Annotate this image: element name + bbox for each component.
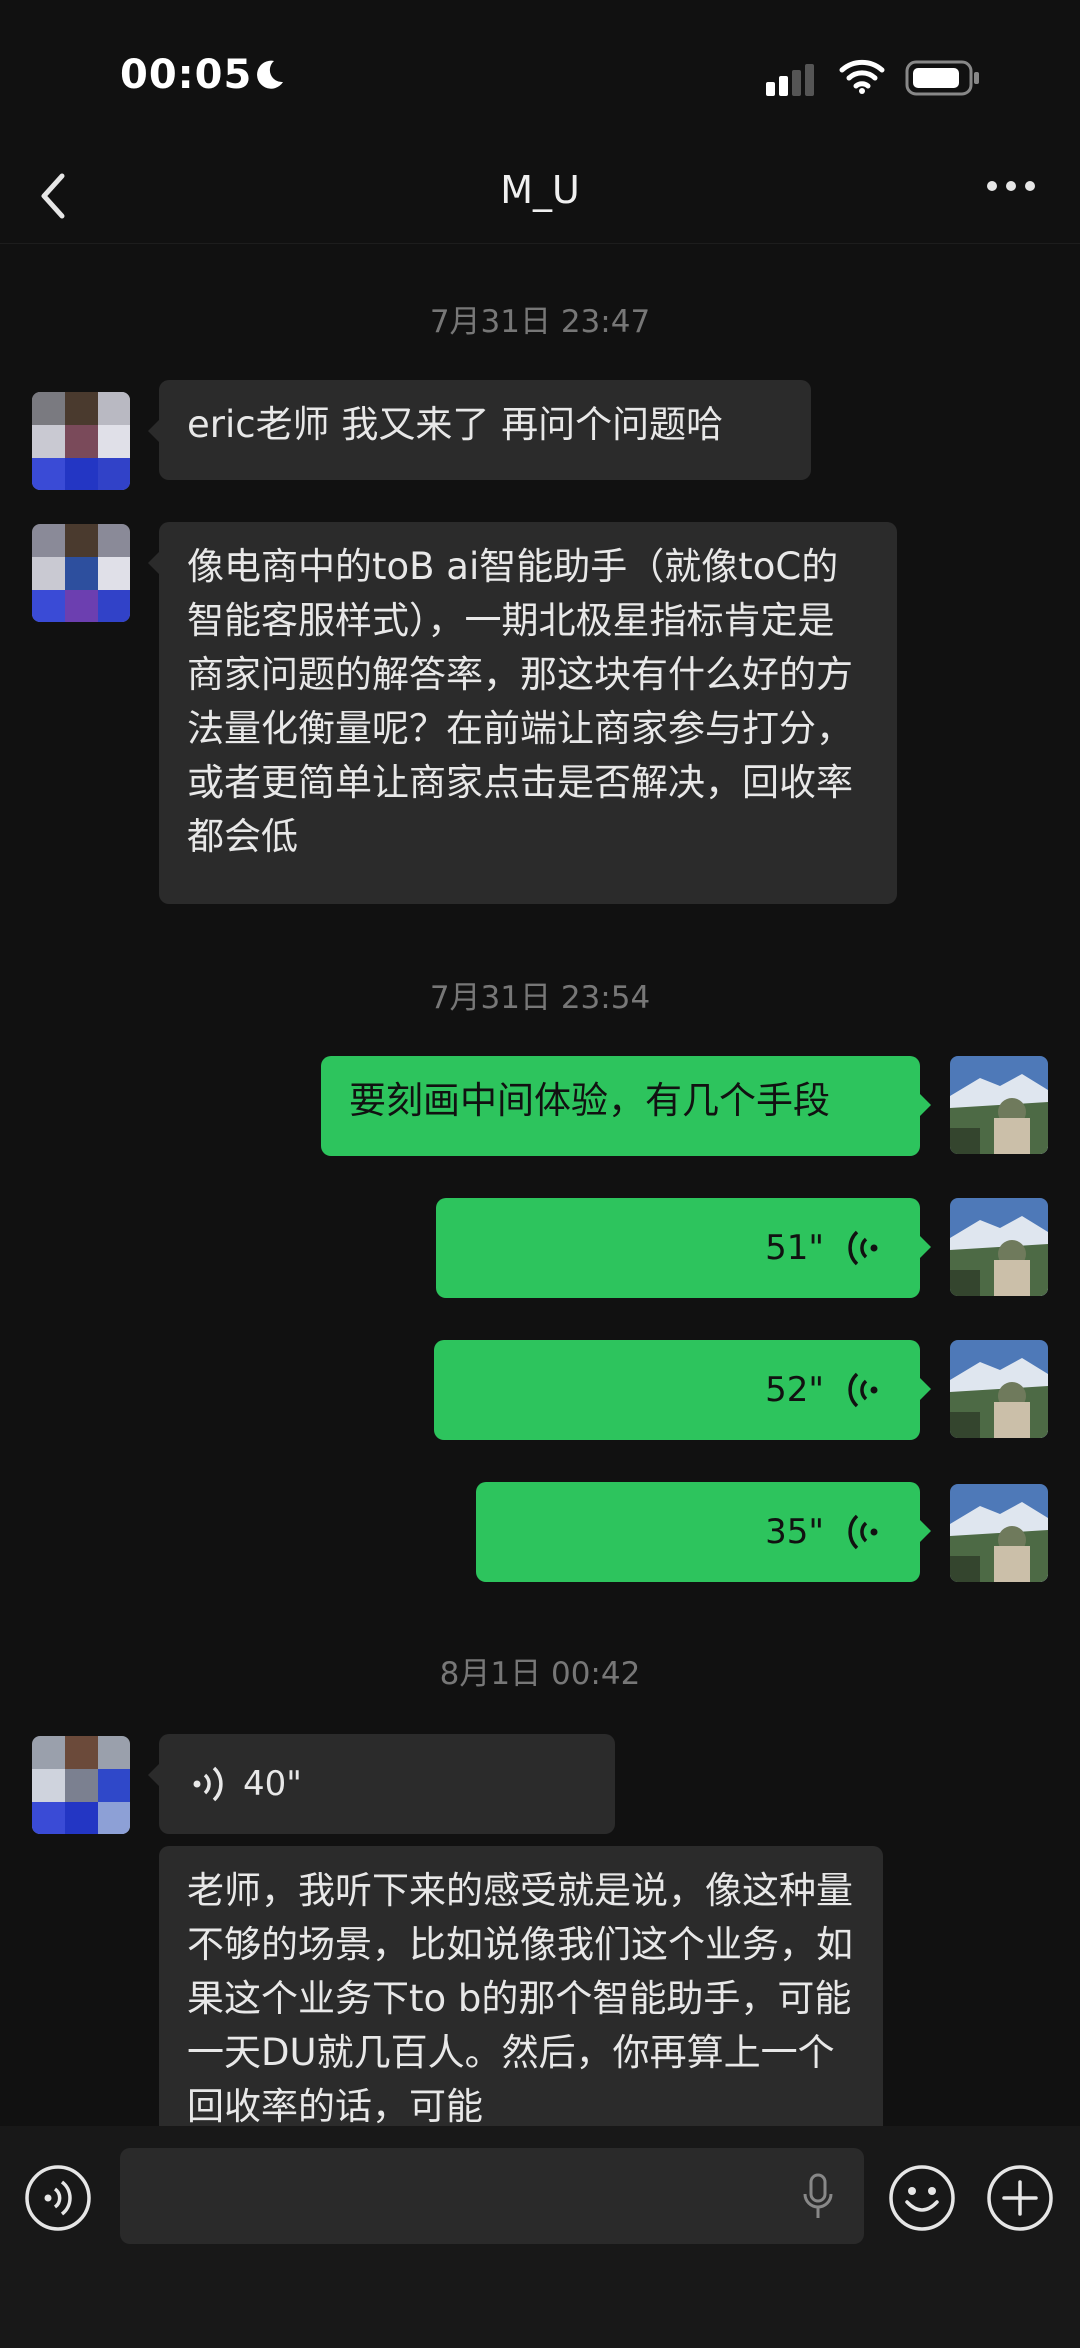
voice-duration: 40" (243, 1764, 302, 1804)
voice-duration: 51" (765, 1228, 824, 1268)
wifi-icon (839, 59, 885, 94)
contact-avatar[interactable] (32, 1736, 130, 1834)
outgoing-voice-message[interactable]: 51" (436, 1198, 920, 1298)
message-input[interactable] (120, 2148, 864, 2244)
microphone-icon[interactable] (800, 2172, 836, 2222)
incoming-message[interactable]: 像电商中的toB ai智能助手（就像toC的智能客服样式），一期北极星指标肯定是… (159, 522, 897, 904)
voice-duration: 52" (765, 1370, 824, 1410)
voice-wave-icon (848, 1514, 878, 1550)
my-avatar[interactable] (950, 1484, 1048, 1582)
my-avatar[interactable] (950, 1340, 1048, 1438)
bubble-tail (920, 1236, 931, 1258)
bubble-tail (148, 420, 159, 442)
chat-title: M_U (500, 168, 580, 212)
timestamp: 7月31日 23:47 (429, 304, 651, 340)
plus-icon[interactable] (986, 2164, 1054, 2232)
voice-duration: 35" (765, 1512, 824, 1552)
more-dots-icon[interactable] (986, 176, 1036, 196)
my-avatar[interactable] (950, 1056, 1048, 1154)
voice-wave-icon (848, 1230, 878, 1266)
moon-icon (257, 60, 283, 89)
emoji-icon[interactable] (888, 2164, 956, 2232)
voice-mode-icon[interactable] (24, 2164, 92, 2232)
outgoing-voice-message[interactable]: 35" (476, 1482, 920, 1582)
voice-wave-icon (848, 1372, 878, 1408)
bubble-tail (148, 1764, 159, 1786)
my-avatar[interactable] (950, 1198, 1048, 1296)
bubble-tail (920, 1094, 931, 1116)
nav-divider (0, 243, 1080, 244)
contact-avatar[interactable] (32, 524, 130, 622)
contact-avatar[interactable] (32, 392, 130, 490)
bubble-tail (920, 1520, 931, 1542)
outgoing-voice-message[interactable]: 52" (434, 1340, 920, 1440)
bubble-tail (148, 552, 159, 574)
battery-icon (905, 60, 979, 96)
bubble-tail (920, 1378, 931, 1400)
incoming-message[interactable]: eric老师 我又来了 再问个问题哈 (159, 380, 811, 480)
cellular-signal-icon (766, 64, 814, 96)
status-time: 00:05 (120, 52, 253, 98)
timestamp: 8月1日 00:42 (439, 1656, 641, 1692)
voice-wave-icon (193, 1766, 223, 1802)
outgoing-message[interactable]: 要刻画中间体验，有几个手段 (321, 1056, 920, 1156)
incoming-voice-message[interactable]: 40" (159, 1734, 615, 1834)
timestamp: 7月31日 23:54 (429, 980, 651, 1016)
